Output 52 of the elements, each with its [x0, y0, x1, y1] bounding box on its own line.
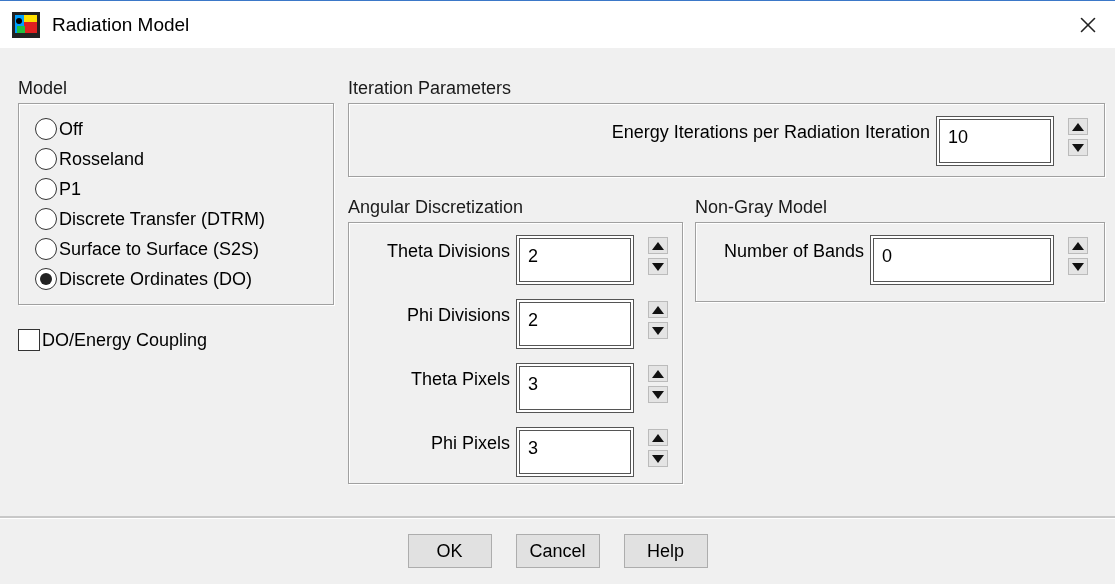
spin-up-button[interactable]	[1068, 237, 1088, 254]
spin-down-button[interactable]	[1068, 258, 1088, 275]
number-field[interactable]: 10	[936, 116, 1054, 166]
field-label: Energy Iterations per Radiation Iteration	[611, 121, 930, 143]
group-label: Non-Gray Model	[695, 197, 829, 218]
number-field[interactable]: 3	[516, 427, 634, 477]
field-label: Theta Divisions	[386, 240, 510, 262]
dialog-button[interactable]: OK	[407, 534, 492, 568]
down-arrow-icon	[652, 454, 664, 463]
radio-option[interactable]: Rosseland	[35, 144, 317, 174]
spin-down-button[interactable]	[1068, 139, 1088, 156]
radio-option[interactable]: Discrete Transfer (DTRM)	[35, 204, 317, 234]
spin-up-button[interactable]	[648, 365, 668, 382]
window-title: Radiation Model	[52, 13, 191, 36]
group-label: Iteration Parameters	[348, 78, 513, 99]
dialog-button[interactable]: Cancel	[515, 534, 600, 568]
up-arrow-icon	[652, 305, 664, 314]
field-label: Phi Pixels	[430, 432, 510, 454]
number-field[interactable]: 3	[516, 363, 634, 413]
up-arrow-icon	[652, 433, 664, 442]
spin-up-button[interactable]	[648, 429, 668, 446]
spin-up-button[interactable]	[648, 301, 668, 318]
spin-down-button[interactable]	[648, 258, 668, 275]
radio-option[interactable]: Surface to Surface (S2S)	[35, 234, 317, 264]
spin-up-button[interactable]	[1068, 118, 1088, 135]
down-arrow-icon	[652, 262, 664, 271]
group-label: Model	[18, 78, 69, 99]
field-label: Theta Pixels	[410, 368, 510, 390]
up-arrow-icon	[652, 369, 664, 378]
number-field[interactable]: 0	[870, 235, 1054, 285]
checkbox-option[interactable]: DO/Energy Coupling	[18, 329, 334, 351]
radio-option[interactable]: Discrete Ordinates (DO)	[35, 264, 317, 294]
down-arrow-icon	[1072, 143, 1084, 152]
down-arrow-icon	[1072, 262, 1084, 271]
spin-up-button[interactable]	[648, 237, 668, 254]
up-arrow-icon	[652, 241, 664, 250]
radio-option[interactable]: P1	[35, 174, 317, 204]
radio-option[interactable]: Off	[35, 114, 317, 144]
spin-down-button[interactable]	[648, 322, 668, 339]
number-field[interactable]: 2	[516, 299, 634, 349]
app-logo-icon	[12, 11, 40, 38]
field-label: Phi Divisions	[406, 304, 510, 326]
dialog-button[interactable]: Help	[623, 534, 708, 568]
up-arrow-icon	[1072, 241, 1084, 250]
group-label: Angular Discretization	[348, 197, 525, 218]
spin-down-button[interactable]	[648, 386, 668, 403]
down-arrow-icon	[652, 390, 664, 399]
field-label: Number of Bands	[723, 240, 864, 262]
number-field[interactable]: 2	[516, 235, 634, 285]
down-arrow-icon	[652, 326, 664, 335]
up-arrow-icon	[1072, 122, 1084, 131]
spin-down-button[interactable]	[648, 450, 668, 467]
